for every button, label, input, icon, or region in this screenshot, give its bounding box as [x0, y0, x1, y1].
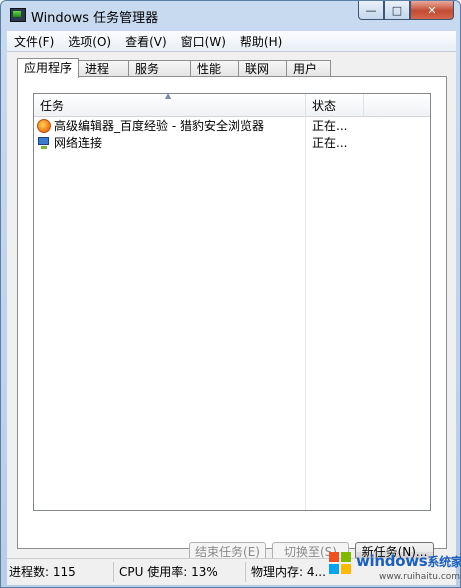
column-header-status[interactable]: 状态 [306, 94, 364, 116]
column-separator [305, 116, 306, 510]
tab-networking[interactable]: 联网 [239, 60, 287, 77]
tab-applications[interactable]: 应用程序 [17, 58, 79, 78]
column-status-label: 状态 [312, 99, 337, 113]
watermark-url: www.ruihaitu.com [379, 572, 461, 582]
task-status: 正在... [312, 136, 348, 150]
memory-usage: 物理内存: 4... [245, 562, 335, 582]
tab-processes[interactable]: 进程 [79, 60, 129, 77]
menu-file[interactable]: 文件(F) [7, 33, 61, 50]
task-status: 正在... [312, 119, 348, 133]
menu-help[interactable]: 帮助(H) [233, 33, 289, 50]
tab-performance[interactable]: 性能 [191, 60, 239, 77]
process-count: 进程数: 115 [9, 565, 76, 579]
task-manager-window: Windows 任务管理器 — □ ✕ 文件(F) 选项(O) 查看(V) 窗口… [0, 0, 461, 588]
sort-arrow-icon: ▲ [165, 91, 172, 100]
task-list-header: ▲ 任务 状态 [34, 91, 430, 117]
watermark-brand-text: windows [356, 552, 428, 570]
menu-bar: 文件(F) 选项(O) 查看(V) 窗口(W) 帮助(H) [7, 31, 456, 52]
menu-options[interactable]: 选项(O) [61, 33, 118, 50]
column-header-task[interactable]: ▲ 任务 [34, 91, 306, 116]
close-button[interactable]: ✕ [410, 1, 454, 20]
site-watermark: windows系统家园 www.ruihaitu.com [329, 548, 461, 586]
tab-users[interactable]: 用户 [287, 60, 331, 77]
window-title: Windows 任务管理器 [31, 11, 159, 26]
menu-window[interactable]: 窗口(W) [174, 33, 233, 50]
table-row[interactable]: 网络连接 正在... [34, 135, 430, 151]
applications-panel: ▲ 任务 状态 高级编辑器_百度经验 - 猎豹安全浏览器 正在... 网络连接 … [17, 76, 447, 562]
tab-services[interactable]: 服务 [129, 60, 191, 77]
title-bar[interactable]: Windows 任务管理器 — □ ✕ [1, 1, 460, 31]
column-task-label: 任务 [40, 99, 65, 113]
task-cell: 网络连接 [37, 135, 102, 151]
tab-strip: 应用程序 进程 服务 性能 联网 用户 [17, 58, 331, 78]
maximize-button[interactable]: □ [384, 1, 410, 20]
menu-view[interactable]: 查看(V) [118, 33, 174, 50]
minimize-button[interactable]: — [358, 1, 384, 20]
client-area: 应用程序 进程 服务 性能 联网 用户 ▲ 任务 状态 高级编辑器_百度经验 -… [7, 52, 456, 562]
task-cell: 高级编辑器_百度经验 - 猎豹安全浏览器 [37, 118, 264, 134]
task-list[interactable]: ▲ 任务 状态 高级编辑器_百度经验 - 猎豹安全浏览器 正在... 网络连接 … [33, 91, 431, 511]
task-name: 高级编辑器_百度经验 - 猎豹安全浏览器 [54, 119, 264, 133]
cpu-usage: CPU 使用率: 13% [113, 562, 241, 582]
caption-buttons: — □ ✕ [358, 1, 454, 21]
network-icon [37, 136, 51, 150]
windows-logo-icon [329, 552, 353, 576]
watermark-suffix: 系统家园 [427, 555, 461, 569]
table-row[interactable]: 高级编辑器_百度经验 - 猎豹安全浏览器 正在... [34, 118, 430, 134]
task-name: 网络连接 [54, 136, 103, 150]
browser-icon [37, 119, 51, 133]
task-manager-icon [10, 8, 26, 22]
watermark-brand: windows系统家园 [356, 552, 461, 570]
